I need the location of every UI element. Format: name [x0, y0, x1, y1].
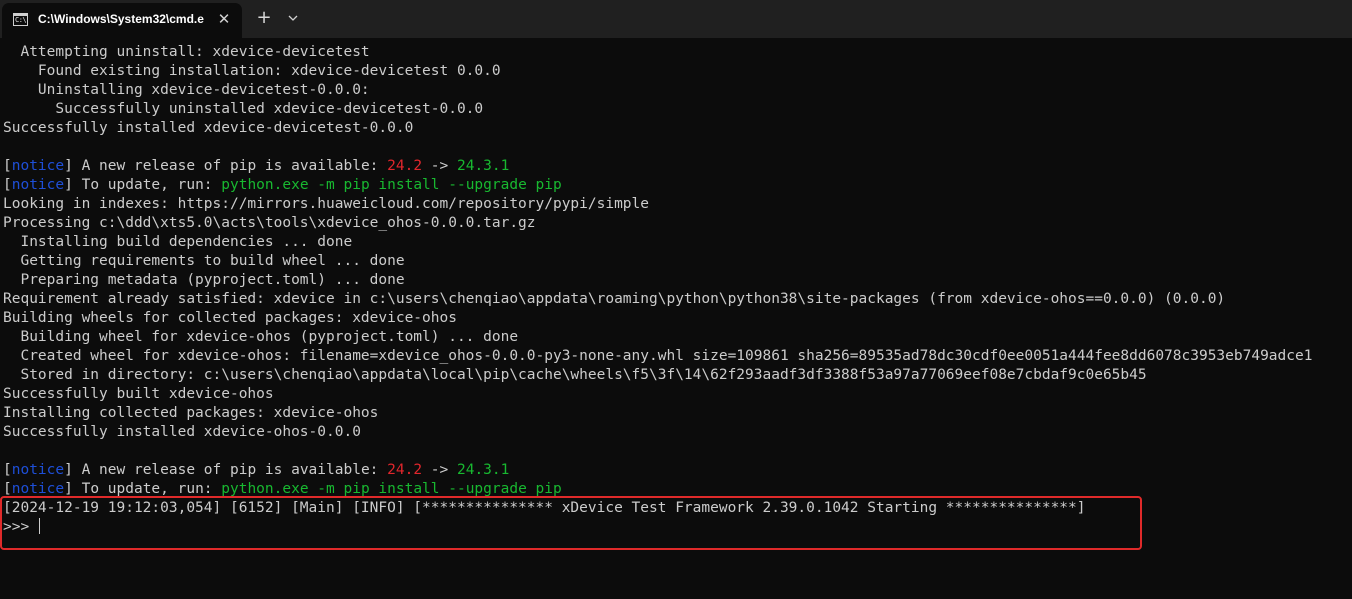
prompt-line[interactable]: >>> — [3, 518, 40, 537]
output-line: Uninstalling xdevice-devicetest-0.0.0: — [3, 82, 370, 98]
upgrade-command: python.exe -m pip install --upgrade pip — [221, 177, 562, 193]
notice-bracket: ] — [64, 462, 73, 478]
output-line: Building wheel for xdevice-ohos (pyproje… — [3, 329, 519, 345]
notice-line: [notice] To update, run: python.exe -m p… — [3, 480, 562, 499]
output-line: Successfully uninstalled xdevice-devicet… — [3, 101, 484, 117]
new-tab-button[interactable]: + — [253, 7, 275, 29]
tab-title: C:\Windows\System32\cmd.e — [38, 12, 204, 26]
output-line: Successfully installed xdevice-ohos-0.0.… — [3, 424, 361, 440]
notice-bracket: [ — [3, 481, 12, 497]
output-line: Getting requirements to build wheel ... … — [3, 253, 405, 269]
notice-tag: notice — [11, 462, 65, 478]
version-arrow: -> — [422, 462, 457, 478]
close-icon[interactable]: ✕ — [214, 9, 234, 29]
notice-text: To update, run: — [72, 481, 222, 497]
notice-text: A new release of pip is available: — [72, 462, 388, 478]
prompt: >>> — [3, 519, 38, 535]
cmd-icon-glyph: C:\ — [15, 16, 27, 24]
notice-tag: notice — [11, 177, 65, 193]
notice-line: [notice] A new release of pip is availab… — [3, 461, 509, 480]
notice-tag: notice — [11, 481, 65, 497]
notice-bracket: [ — [3, 462, 12, 478]
output-line: Attempting uninstall: xdevice-devicetest — [3, 44, 370, 60]
notice-bracket: [ — [3, 177, 12, 193]
upgrade-command: python.exe -m pip install --upgrade pip — [221, 481, 562, 497]
cmd-icon: C:\ — [13, 13, 28, 26]
notice-bracket: ] — [64, 481, 73, 497]
notice-tag: notice — [11, 158, 65, 174]
output-line: Created wheel for xdevice-ohos: filename… — [3, 348, 1313, 364]
notice-text: A new release of pip is available: — [72, 158, 388, 174]
output-line: Requirement already satisfied: xdevice i… — [3, 291, 1226, 307]
notice-bracket: [ — [3, 158, 12, 174]
tab-cmd[interactable]: C:\ C:\Windows\System32\cmd.e ✕ — [2, 3, 242, 38]
output-line: Processing c:\ddd\xts5.0\acts\tools\xdev… — [3, 215, 536, 231]
new-version: 24.3.1 — [456, 158, 510, 174]
terminal-output[interactable]: Attempting uninstall: xdevice-devicetest… — [0, 43, 1352, 599]
version-arrow: -> — [422, 158, 457, 174]
output-line: Installing collected packages: xdevice-o… — [3, 405, 379, 421]
log-line: [2024-12-19 19:12:03,054] [6152] [Main] … — [3, 500, 1086, 516]
new-version: 24.3.1 — [456, 462, 510, 478]
terminal-window: C:\ C:\Windows\System32\cmd.e ✕ + Attemp… — [0, 0, 1352, 599]
notice-line: [notice] To update, run: python.exe -m p… — [3, 176, 562, 195]
old-version: 24.2 — [387, 158, 423, 174]
chevron-down-icon[interactable] — [283, 8, 303, 28]
output-line: Preparing metadata (pyproject.toml) ... … — [3, 272, 405, 288]
notice-bracket: ] — [64, 158, 73, 174]
output-line: Successfully built xdevice-ohos — [3, 386, 274, 402]
output-line: Stored in directory: c:\users\chenqiao\a… — [3, 367, 1147, 383]
old-version: 24.2 — [387, 462, 423, 478]
output-line: Installing build dependencies ... done — [3, 234, 353, 250]
output-line: Found existing installation: xdevice-dev… — [3, 63, 501, 79]
notice-bracket: ] — [64, 177, 73, 193]
text-cursor — [38, 518, 40, 534]
output-line: Looking in indexes: https://mirrors.huaw… — [3, 196, 650, 212]
title-bar: C:\ C:\Windows\System32\cmd.e ✕ + — [0, 0, 1352, 38]
output-line: Successfully installed xdevice-devicetes… — [3, 120, 414, 136]
notice-text: To update, run: — [72, 177, 222, 193]
output-line: Building wheels for collected packages: … — [3, 310, 457, 326]
notice-line: [notice] A new release of pip is availab… — [3, 157, 509, 176]
